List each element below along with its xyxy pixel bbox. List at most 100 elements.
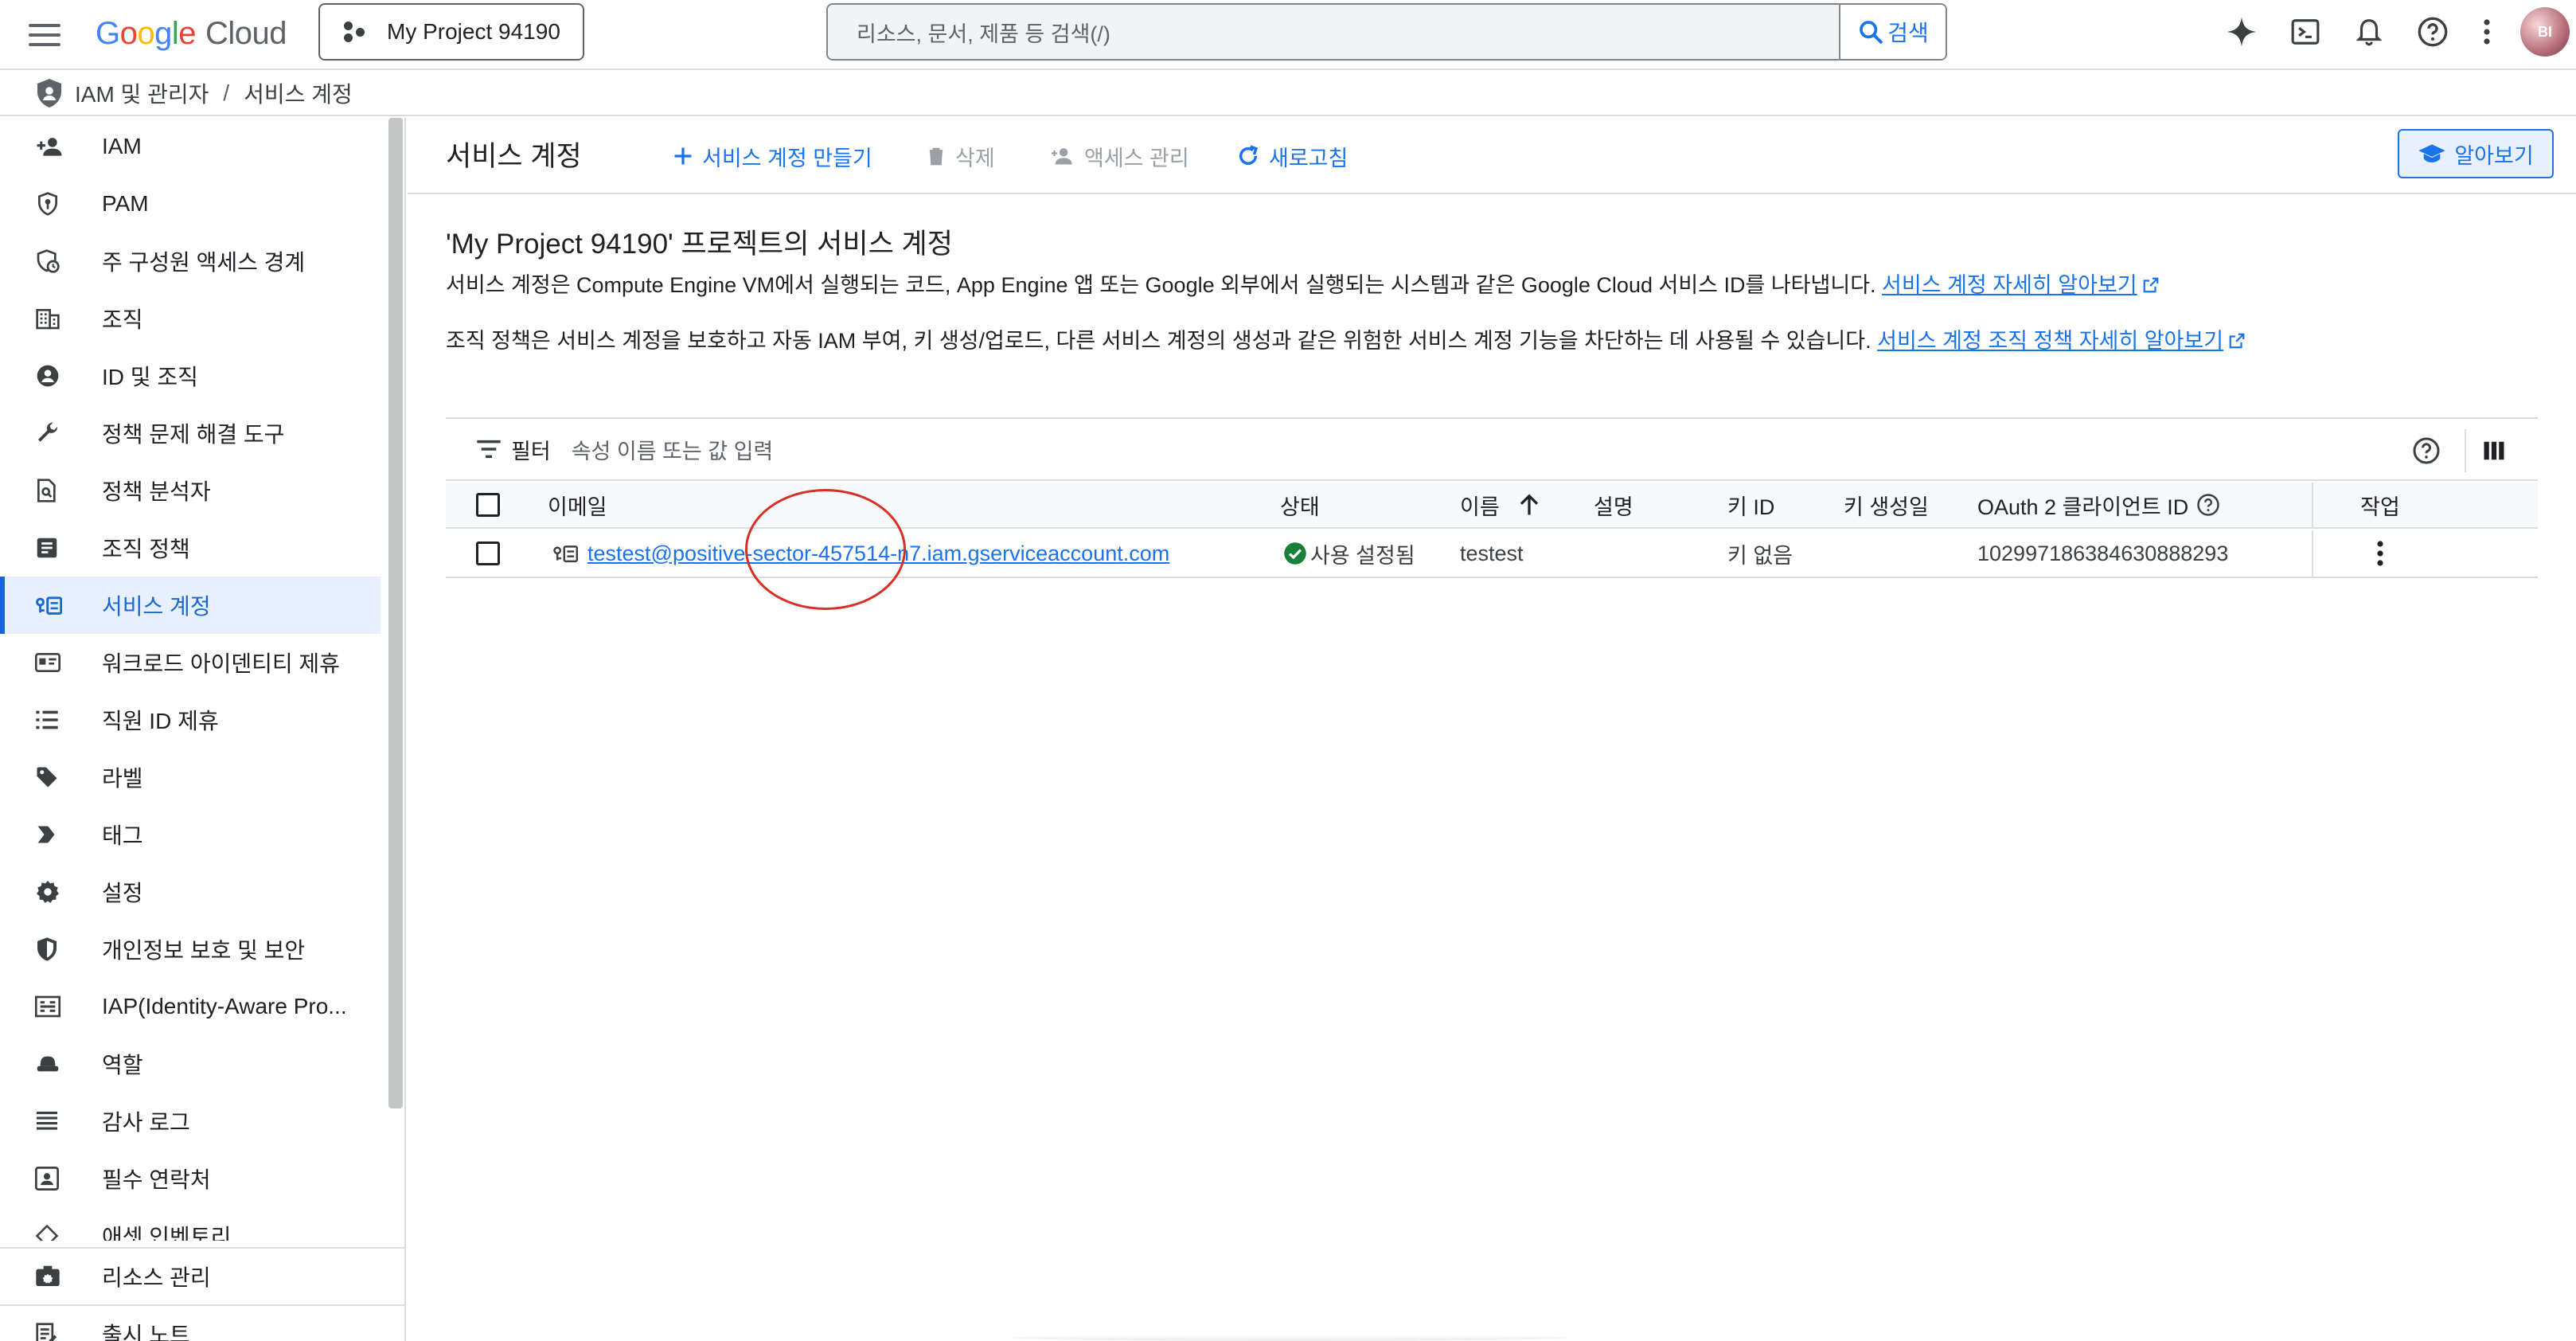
sidebar-item-id-card[interactable]: 워크로드 아이덴티티 제휴 (0, 634, 390, 691)
sidebar-item-list[interactable]: 직원 ID 제휴 (0, 691, 390, 749)
cloud-shell-icon[interactable] (2274, 0, 2337, 64)
breadcrumb-section[interactable]: IAM 및 관리자 (75, 77, 209, 109)
project-name: My Project 94190 (387, 19, 560, 44)
org-policy-description: 조직 정책은 서비스 계정을 보호하고 자동 IAM 부여, 키 생성/업로드,… (446, 325, 2547, 357)
col-key-created[interactable]: 키 생성일 (1844, 483, 1929, 527)
project-picker[interactable]: My Project 94190 (318, 3, 584, 61)
sidebar-item-label: 출시 노트 (102, 1323, 190, 1341)
refresh-button[interactable]: 새로고침 (1235, 137, 1348, 175)
search-bar: 리소스, 문서, 제품 등 검색(/) 검색 (826, 3, 1947, 61)
table-filter-bar: 필터 속성 이름 또는 값 입력 (446, 417, 2538, 481)
sidebar-item-label: 조직 정책 (102, 537, 190, 561)
sidebar-item-label: 조직 (102, 307, 143, 332)
school-icon (2418, 144, 2446, 162)
search-button[interactable]: 검색 (1839, 5, 1946, 59)
privacy-shield-icon (0, 936, 102, 962)
col-status[interactable]: 상태 (1280, 483, 1320, 527)
table-row: testest@positive-sector-457514-n7.iam.gs… (446, 530, 2538, 578)
actions-column-divider (2312, 530, 2313, 577)
doc-search-icon (0, 478, 102, 503)
select-all-checkbox-cell (476, 483, 500, 527)
main-menu-icon[interactable] (27, 19, 62, 51)
sidebar-item-hat[interactable]: 역할 (0, 1035, 390, 1093)
row-checkbox-cell (476, 530, 500, 577)
sidebar-item-diamond[interactable]: 애셋 인벤토리 (0, 1207, 390, 1241)
trash-icon (929, 147, 943, 166)
sidebar-item-list-doc[interactable]: 조직 정책 (0, 519, 390, 577)
col-key-id[interactable]: 키 ID (1727, 483, 1774, 527)
sidebar-item-wrench[interactable]: 정책 문제 해결 도구 (0, 405, 390, 462)
learn-service-accounts-link[interactable]: 서비스 계정 자세히 알아보기 (1882, 273, 2137, 297)
help-icon[interactable] (2412, 436, 2441, 465)
col-name[interactable]: 이름 (1460, 483, 1540, 527)
delete-button[interactable]: 삭제 (925, 137, 995, 175)
action-bar: 서비스 계정 서비스 계정 만들기 삭제 액세스 관리 새로고침 알아보기 (408, 118, 2576, 194)
sidebar-item-tag[interactable]: 라벨 (0, 749, 390, 806)
gemini-sparkle-icon[interactable] (2210, 0, 2274, 64)
table-header: 이메일 상태 이름 설명 키 ID 키 생성일 OAuth 2 클라이언트 ID… (446, 483, 2538, 529)
sidebar-item-label: 역할 (102, 1053, 143, 1077)
select-all-checkbox[interactable] (476, 493, 500, 517)
column-display-icon[interactable] (2482, 439, 2506, 463)
sidebar-item-privacy-shield[interactable]: 개인정보 보호 및 보안 (0, 921, 390, 978)
contact-icon (0, 1167, 102, 1190)
sidebar-item-building[interactable]: 조직 (0, 290, 390, 347)
bottom-edge-shadow (1011, 1335, 1568, 1341)
id-card-icon (0, 651, 102, 674)
filter-icon[interactable] (466, 440, 511, 459)
page-title: 서비스 계정 (446, 141, 582, 172)
list-icon (0, 709, 102, 731)
shield-key-icon (0, 191, 102, 217)
resource-icon (0, 1265, 102, 1288)
sidebar-scrollbar[interactable] (388, 118, 403, 1108)
google-cloud-logo[interactable]: Google Cloud (96, 11, 287, 56)
service-account-email-link[interactable]: testest@positive-sector-457514-n7.iam.gs… (587, 541, 1169, 566)
learn-button[interactable]: 알아보기 (2398, 129, 2554, 178)
sidebar-item-chevron-tag[interactable]: 태그 (0, 806, 390, 863)
row-checkbox[interactable] (476, 541, 500, 565)
help-icon[interactable] (2401, 0, 2465, 64)
sidebar-item-person-add[interactable]: IAM (0, 118, 390, 175)
sidebar-item-label: 정책 분석자 (102, 479, 211, 504)
sidebar-item-contact[interactable]: 필수 연락처 (0, 1150, 390, 1207)
sidebar-item-notes[interactable]: 출시 노트 (0, 1304, 404, 1341)
sidebar-nav: IAM PAM 주 구성원 액세스 경계조직 ID 및 조직 정책 문제 해결 도구정책… (0, 118, 390, 1241)
section-heading: 'My Project 94190' 프로젝트의 서비스 계정 (446, 229, 953, 260)
col-email[interactable]: 이메일 (548, 483, 607, 527)
help-icon[interactable] (2196, 493, 2220, 517)
search-input[interactable]: 리소스, 문서, 제품 등 검색(/) (828, 5, 1839, 59)
create-service-account-button[interactable]: 서비스 계정 만들기 (672, 137, 872, 175)
row-actions-menu-icon[interactable] (2332, 530, 2428, 577)
account-avatar[interactable]: BI (2520, 7, 2570, 57)
sidebar-item-resource[interactable]: 리소스 관리 (0, 1247, 404, 1304)
sidebar-item-service-account[interactable]: 서비스 계정 (0, 577, 381, 634)
notifications-bell-icon[interactable] (2337, 0, 2401, 64)
plus-icon (674, 147, 692, 165)
sidebar-item-shield-key[interactable]: PAM (0, 175, 390, 233)
more-vert-icon[interactable] (2465, 0, 2509, 64)
wrench-icon (0, 420, 102, 446)
col-actions: 작업 (2360, 495, 2400, 519)
manage-access-button[interactable]: 액세스 관리 (1049, 137, 1189, 175)
person-add-icon (0, 134, 102, 159)
sidebar-item-label: 개인정보 보호 및 보안 (102, 938, 306, 963)
iap-icon (0, 995, 102, 1018)
sidebar-item-iap[interactable]: IAP(Identity-Aware Pro... (0, 978, 390, 1035)
sidebar-item-lines[interactable]: 감사 로그 (0, 1093, 390, 1150)
sidebar-item-doc-search[interactable]: 정책 분석자 (0, 462, 390, 519)
logo-cloud-text: Cloud (205, 15, 287, 51)
col-description[interactable]: 설명 (1594, 483, 1633, 527)
sidebar-item-shield-clock[interactable]: 주 구성원 액세스 경계 (0, 233, 390, 290)
sidebar-item-account-circle[interactable]: ID 및 조직 (0, 347, 390, 405)
name-cell: testest (1460, 541, 1524, 565)
hat-icon (0, 1053, 102, 1075)
search-icon (1860, 21, 1883, 44)
col-oauth-client-id[interactable]: OAuth 2 클라이언트 ID (1977, 483, 2220, 527)
sidebar-item-label: 직원 ID 제휴 (102, 709, 219, 733)
learn-org-policy-link[interactable]: 서비스 계정 조직 정책 자세히 알아보기 (1877, 329, 2223, 353)
building-icon (0, 306, 102, 331)
filter-input[interactable]: 속성 이름 또는 값 입력 (572, 434, 774, 465)
sidebar-item-label: IAP(Identity-Aware Pro... (102, 994, 347, 1018)
sidebar-item-gear[interactable]: 설정 (0, 863, 390, 921)
sidebar-item-label: 태그 (102, 823, 143, 848)
